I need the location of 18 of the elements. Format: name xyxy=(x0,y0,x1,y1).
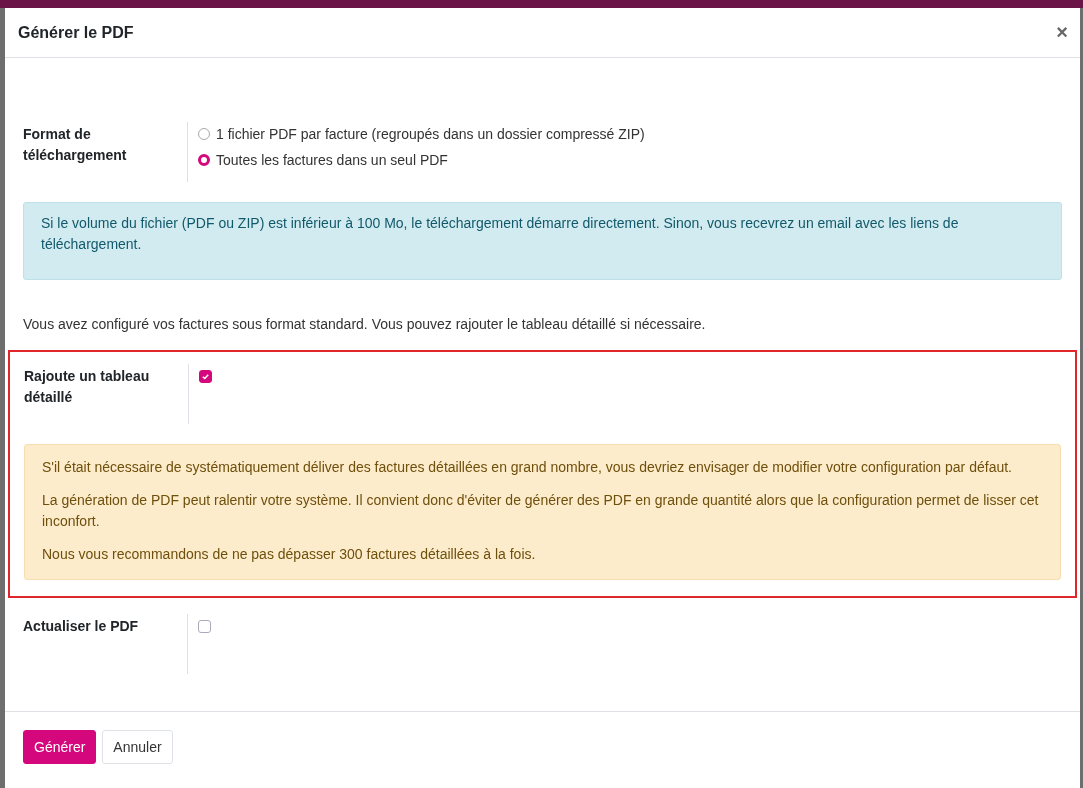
field-label: Format de téléchargement xyxy=(23,125,128,165)
close-button[interactable]: × xyxy=(1056,21,1068,44)
warning-text: Nous vous recommandons de ne pas dépasser 300 factures détaillées à la fois. xyxy=(42,545,537,564)
field-label: Actualiser le PDF xyxy=(23,617,140,636)
info-alert: Si le volume du fichier (PDF ou ZIP) est inférieur à 100 Mo, le téléchargement démarre directement. Sinon, vous recevrez un email avec les liens de téléchargement. xyxy=(23,202,1062,280)
warning-text: La génération de PDF peut ralentir votre système. Il convient donc d'éviter de générer des PDF en grande quantité alors que la configuration permet de lisser cet inconfort. xyxy=(42,491,1040,531)
field-label: Rajoute un tableau détaillé xyxy=(24,367,151,407)
cancel-button[interactable]: Annuler xyxy=(102,730,173,764)
radio-button[interactable] xyxy=(198,154,210,166)
check-icon xyxy=(201,372,210,381)
warning-text: S'il était nécessaire de systématiquement déliver des factures détaillées en grand nombre, vous devriez envisager de modifier votre configuration par défaut. xyxy=(42,458,1013,477)
generate-button[interactable]: Générer xyxy=(23,730,97,764)
dialog-title: Générer le PDF xyxy=(18,23,134,42)
checkbox[interactable] xyxy=(198,620,211,633)
radio-label: 1 fichier PDF par facture (regroupés dans un dossier compressé ZIP) xyxy=(216,126,645,142)
info-text: Vous avez configuré vos factures sous format standard. Vous pouvez rajouter le tableau détaillé si nécessaire. xyxy=(23,316,707,332)
checkbox[interactable] xyxy=(199,370,212,383)
radio-label: Toutes les factures dans un seul PDF xyxy=(216,152,448,168)
